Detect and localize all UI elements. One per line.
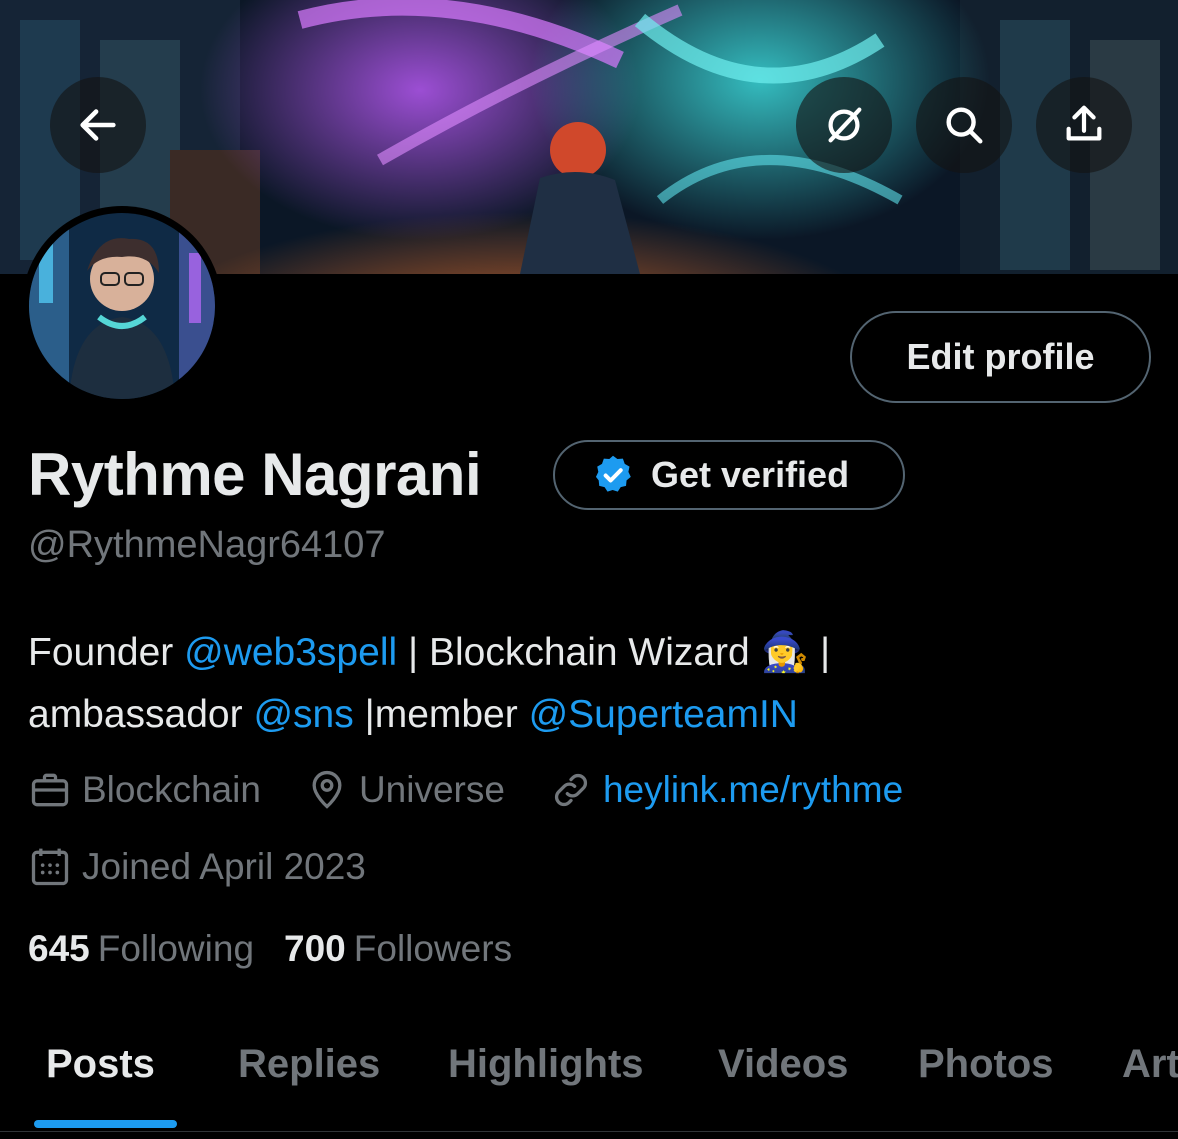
bio-mention-web3spell[interactable]: @web3spell <box>184 631 397 674</box>
bio-text: Founder <box>28 631 185 674</box>
link-icon <box>554 773 588 807</box>
search-icon <box>946 107 983 144</box>
avatar-image <box>29 213 215 399</box>
tab-posts[interactable]: Posts <box>46 1042 155 1087</box>
category-label: Blockchain <box>82 769 261 810</box>
profile-bio: Founder @web3spell | Blockchain Wizard 🧙… <box>28 622 1148 746</box>
grok-icon <box>828 107 862 143</box>
tab-highlights[interactable]: Highlights <box>448 1042 644 1087</box>
profile-website[interactable]: heylink.me/rythme <box>549 768 903 812</box>
back-button[interactable] <box>50 77 146 173</box>
tab-articles[interactable]: Art <box>1122 1042 1178 1087</box>
tab-replies[interactable]: Replies <box>238 1042 380 1087</box>
profile-category: Blockchain <box>28 768 261 812</box>
profile-name: Rythme Nagrani <box>28 441 482 508</box>
verified-badge-icon <box>595 455 631 492</box>
bio-text: |member <box>353 693 529 736</box>
profile-location: Universe <box>305 768 505 812</box>
get-verified-button[interactable]: Get verified <box>553 440 905 510</box>
bio-text: | Blockchain Wizard 🧙‍♀️ | <box>397 631 831 674</box>
tabs-divider <box>0 1131 1178 1132</box>
briefcase-icon <box>31 773 69 807</box>
search-button[interactable] <box>916 77 1012 173</box>
arrow-left-icon <box>80 109 116 141</box>
bio-mention-sns[interactable]: @sns <box>253 693 353 736</box>
tab-videos[interactable]: Videos <box>718 1042 848 1087</box>
share-button[interactable] <box>1036 77 1132 173</box>
joined-date: Joined April 2023 <box>28 845 366 889</box>
avatar[interactable] <box>22 206 222 406</box>
location-pin-icon <box>312 770 342 809</box>
bio-mention-superteamin[interactable]: @SuperteamIN <box>529 693 798 736</box>
share-icon <box>1066 105 1102 141</box>
joined-label: Joined April 2023 <box>82 846 366 887</box>
profile-tabs: Posts Replies Highlights Videos Photos A… <box>0 1030 1178 1139</box>
profile-joined: Joined April 2023 <box>28 842 410 892</box>
bio-text: ambassador <box>28 693 254 736</box>
get-verified-label: Get verified <box>651 454 850 495</box>
profile-stats: 645 Following 700 Followers <box>28 928 512 970</box>
tab-photos[interactable]: Photos <box>918 1042 1054 1087</box>
followers-stat[interactable]: 700 Followers <box>284 928 512 970</box>
profile-meta: Blockchain Universe heylink.me/rythme <box>28 765 947 815</box>
grok-button[interactable] <box>796 77 892 173</box>
profile-handle: @RythmeNagr64107 <box>28 524 386 566</box>
location-label: Universe <box>358 769 505 810</box>
followers-label: Followers <box>353 928 513 969</box>
following-stat[interactable]: 645 Following <box>28 928 254 970</box>
active-tab-indicator <box>34 1120 177 1128</box>
calendar-icon <box>31 848 69 886</box>
following-label: Following <box>97 928 255 969</box>
edit-profile-button[interactable]: Edit profile <box>850 311 1151 403</box>
website-link[interactable]: heylink.me/rythme <box>603 769 903 811</box>
following-count: 645 <box>28 928 90 969</box>
followers-count: 700 <box>284 928 346 969</box>
